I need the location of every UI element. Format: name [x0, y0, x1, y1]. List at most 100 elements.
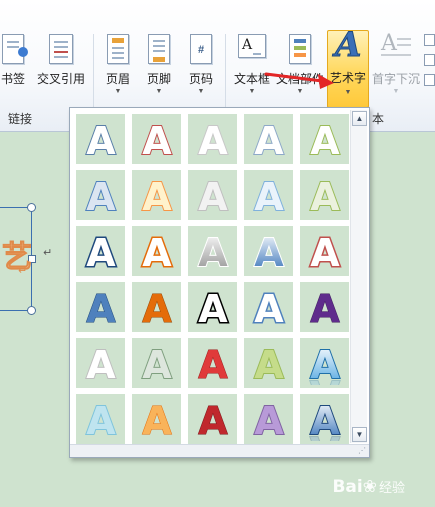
footer-button[interactable]: 页脚 ▼ [142, 32, 176, 104]
wordart-style-option[interactable]: A [132, 226, 181, 276]
page-number-dropdown-arrow[interactable]: ▼ [184, 88, 218, 95]
wordart-sample-icon: A [197, 174, 229, 217]
wordart-style-option[interactable]: A [244, 282, 293, 332]
resize-handle-bottom-right[interactable] [27, 306, 36, 315]
wordart-style-option[interactable]: A [188, 114, 237, 164]
cross-reference-button[interactable]: 交叉引用 [34, 32, 88, 104]
wordart-style-option[interactable]: A [188, 338, 237, 388]
watermark-text: 经验 [378, 481, 405, 496]
wordart-sample-icon: A [141, 174, 173, 217]
wordart-sample-icon: A [196, 286, 229, 330]
wordart-style-option[interactable]: A [300, 114, 349, 164]
wordart-style-option[interactable]: A [132, 114, 181, 164]
wordart-style-option[interactable]: A [300, 282, 349, 332]
wordart-sample-icon: A [141, 399, 172, 442]
drop-cap-button[interactable]: A 首字下沉 ▼ [370, 31, 422, 104]
date-time-icon[interactable] [424, 54, 435, 66]
wordart-style-option[interactable]: A [188, 282, 237, 332]
wordart-style-option[interactable]: A [76, 282, 125, 332]
wordart-sample-icon: A [309, 287, 340, 330]
wordart-text[interactable]: 艺 [2, 232, 33, 276]
text-box-icon: A [238, 34, 266, 58]
wordart-style-option[interactable]: A [132, 338, 181, 388]
wordart-sample-icon: A [197, 118, 229, 161]
wordart-style-option[interactable]: A [76, 394, 125, 444]
watermark-brand: Bai [332, 477, 363, 497]
wordart-glyph: A [334, 25, 362, 66]
wordart-sample-icon: A [141, 118, 173, 161]
bookmark-button[interactable]: 书签 [0, 32, 28, 104]
svg-text:A: A [310, 175, 340, 217]
wordart-style-option[interactable]: AA [300, 338, 349, 388]
svg-text:A: A [254, 343, 284, 385]
wordart-style-option[interactable]: A [188, 394, 237, 444]
svg-text:A: A [254, 175, 284, 217]
wordart-style-option[interactable]: A [244, 114, 293, 164]
page-number-glyph: # [197, 44, 205, 56]
signature-line-icon[interactable] [424, 34, 435, 46]
svg-text:A: A [198, 287, 228, 329]
scroll-down-button[interactable]: ▼ [352, 427, 367, 442]
wordart-style-option[interactable]: A [188, 170, 237, 220]
svg-text:A: A [142, 175, 172, 217]
wordart-style-option[interactable]: A [132, 170, 181, 220]
scroll-up-button[interactable]: ▲ [352, 111, 367, 126]
header-button[interactable]: 页眉 ▼ [101, 32, 135, 104]
wordart-dropdown-arrow[interactable]: ▼ [328, 89, 368, 96]
drop-cap-icon: A [381, 31, 411, 60]
wordart-sample-icon: A [253, 230, 285, 273]
wordart-gallery: AAAAAAAAAAAAAAAAAAAAAAAAAAAAAAAA ▲ ▼ ⋰ [69, 107, 370, 458]
header-dropdown-arrow[interactable]: ▼ [101, 88, 135, 95]
footer-dropdown-arrow[interactable]: ▼ [142, 88, 176, 95]
svg-text:A: A [254, 231, 284, 273]
wordart-sample-icon: AA [309, 398, 341, 441]
wordart-style-option[interactable]: A [244, 170, 293, 220]
resize-handle-top-right[interactable] [27, 203, 36, 212]
object-icon[interactable] [424, 74, 435, 86]
resize-grip-icon[interactable]: ⋰ [358, 446, 366, 455]
wordart-style-option[interactable]: A [300, 226, 349, 276]
wordart-style-option[interactable]: A [244, 394, 293, 444]
svg-text:A: A [198, 119, 228, 161]
svg-text:A: A [198, 399, 228, 441]
svg-text:A: A [142, 343, 172, 385]
wordart-style-option[interactable]: A [76, 338, 125, 388]
wordart-style-option[interactable]: A [76, 170, 125, 220]
wordart-sample-icon: A [253, 398, 285, 441]
header-label: 页眉 [105, 72, 130, 86]
wordart-sample-icon: A [85, 118, 117, 161]
wordart-style-option[interactable]: A [188, 226, 237, 276]
svg-text:A: A [86, 231, 116, 273]
gallery-resize-bar[interactable]: ⋰ [70, 444, 369, 457]
wordart-style-option[interactable]: A [132, 282, 181, 332]
cross-reference-label: 交叉引用 [36, 72, 85, 86]
wordart-sample-icon: A [85, 174, 117, 217]
svg-text:A: A [86, 287, 116, 329]
wordart-sample-icon: A [84, 230, 117, 274]
svg-text:A: A [86, 175, 116, 217]
svg-text:A: A [142, 119, 172, 161]
page-number-button[interactable]: # 页码 ▼ [184, 32, 218, 104]
wordart-style-option[interactable]: A [76, 226, 125, 276]
svg-text:A: A [310, 343, 340, 385]
watermark-logo: Bai❀ 经验 [332, 477, 405, 497]
wordart-style-option[interactable]: A [76, 114, 125, 164]
wordart-sample-icon: A [85, 342, 117, 385]
wordart-style-option[interactable]: A [300, 170, 349, 220]
wordart-style-option[interactable]: AA [300, 394, 349, 444]
svg-text:A: A [142, 399, 172, 441]
svg-text:A: A [198, 231, 228, 273]
bookmark-label: 书签 [0, 72, 25, 86]
svg-text:A: A [142, 231, 172, 273]
gallery-scrollbar[interactable]: ▲ ▼ [350, 110, 367, 443]
quick-parts-icon [289, 34, 311, 64]
svg-text:A: A [310, 287, 340, 329]
wordart-style-option[interactable]: A [244, 338, 293, 388]
group-label-links: 链接 [8, 112, 33, 126]
svg-text:A: A [254, 399, 284, 441]
page-number-label: 页码 [188, 72, 213, 86]
drop-cap-label: 首字下沉 [371, 72, 420, 86]
wordart-style-option[interactable]: A [244, 226, 293, 276]
wordart-sample-icon: A [253, 118, 285, 161]
wordart-style-option[interactable]: A [132, 394, 181, 444]
